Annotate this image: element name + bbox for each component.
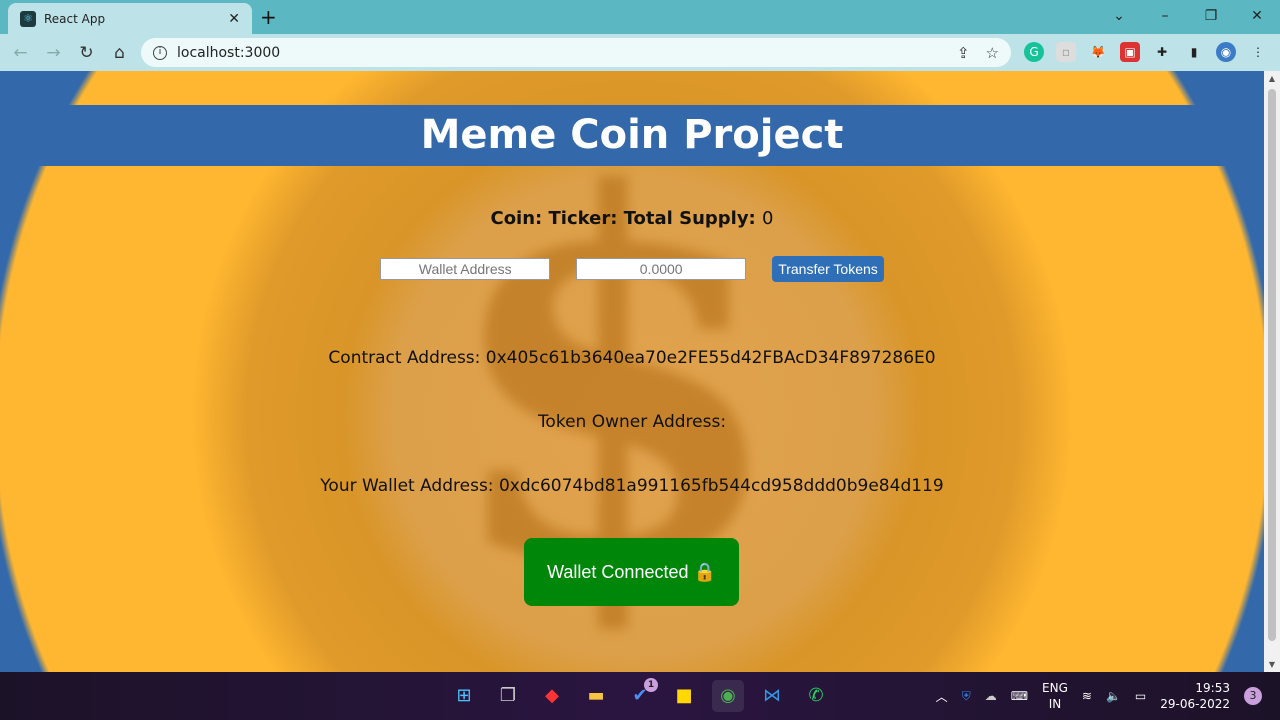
scrollbar-thumb[interactable] (1268, 89, 1276, 641)
supply-label: Coin: Ticker: Total Supply: (490, 208, 756, 229)
wallet-connected-button[interactable]: Wallet Connected 🔒 (524, 538, 739, 606)
reload-icon[interactable]: ↻ (70, 43, 103, 63)
restore-button[interactable]: ❐ (1188, 0, 1234, 32)
task-view-icon[interactable]: ❐ (492, 680, 524, 712)
security-icon[interactable]: ⛨ (962, 689, 971, 704)
back-icon[interactable]: ← (4, 43, 37, 63)
file-explorer-icon[interactable]: ▬ (580, 680, 612, 712)
windows-start-icon[interactable]: ⊞ (448, 680, 480, 712)
minimize-button[interactable]: – (1142, 0, 1188, 32)
language-indicator[interactable]: ENG IN (1042, 680, 1068, 712)
address-bar[interactable]: i localhost:3000 ⇪ ☆ (141, 38, 1011, 67)
star-icon[interactable]: ☆ (986, 44, 999, 62)
lang-code: ENG (1042, 681, 1068, 695)
sticky-notes-icon[interactable]: ■ (668, 680, 700, 712)
notification-badge[interactable]: 3 (1244, 687, 1262, 705)
chrome-icon[interactable]: ◉ (712, 680, 744, 712)
todo-badge: 1 (644, 678, 658, 692)
extension-red-icon[interactable]: ▣ (1120, 42, 1140, 62)
clock[interactable]: 19:53 29-06-2022 (1160, 680, 1230, 712)
supply-info: Coin: Ticker: Total Supply: 0 (0, 208, 1264, 229)
close-tab-icon[interactable]: ✕ (228, 11, 240, 27)
amount-input[interactable] (576, 258, 747, 280)
time: 19:53 (1195, 681, 1230, 695)
metamask-icon[interactable]: 🦊 (1088, 42, 1108, 62)
contract-address: Contract Address: 0x405c61b3640ea70e2FE5… (328, 348, 936, 368)
grammarly-icon[interactable]: G (1024, 42, 1044, 62)
close-window-button[interactable]: ✕ (1234, 0, 1280, 32)
side-panel-icon[interactable]: ▮ (1184, 42, 1204, 62)
page-title: Meme Coin Project (0, 105, 1264, 166)
avatar[interactable]: ◉ (1216, 42, 1236, 62)
region-code: IN (1048, 697, 1062, 711)
puzzle-icon[interactable]: ✚ (1152, 42, 1172, 62)
owner-address: Token Owner Address: (537, 412, 727, 432)
menu-icon[interactable]: ⋮ (1248, 42, 1268, 62)
todo-icon[interactable]: ✔ 1 (624, 678, 658, 712)
whatsapp-icon[interactable]: ✆ (800, 680, 832, 712)
tab-react-app[interactable]: ⚛ React App ✕ (8, 3, 252, 34)
tab-bar: ⚛ React App ✕ + ⌄ – ❐ ✕ (0, 0, 1280, 34)
wifi-icon[interactable]: ≋ (1082, 689, 1092, 703)
keyboard-icon[interactable]: ⌨ (1011, 689, 1028, 703)
scroll-down-icon[interactable]: ▼ (1264, 660, 1280, 669)
scroll-up-icon[interactable]: ▲ (1264, 74, 1280, 83)
tray-chevron-icon[interactable]: ︿ (936, 688, 948, 705)
transfer-form: Transfer Tokens (0, 256, 1264, 282)
your-wallet-address: Your Wallet Address: 0xdc6074bd81a991165… (320, 476, 944, 496)
scrollbar[interactable]: ▲ ▼ (1264, 71, 1280, 672)
volume-icon[interactable]: 🔈 (1106, 689, 1121, 703)
react-icon: ⚛ (20, 10, 36, 27)
browser-toolbar: ← → ↻ ⌂ i localhost:3000 ⇪ ☆ G ▫ 🦊 ▣ ✚ ▮ … (0, 34, 1280, 71)
info-icon[interactable]: i (153, 45, 167, 60)
vscode-icon[interactable]: ⋈ (756, 680, 788, 712)
forward-icon[interactable]: → (37, 43, 70, 63)
tab-search-icon[interactable]: ⌄ (1096, 0, 1142, 32)
extension-icon[interactable]: ▫ (1056, 42, 1076, 62)
new-tab-button[interactable]: + (260, 5, 277, 29)
url-text: localhost:3000 (177, 44, 281, 61)
page-viewport: $ Meme Coin Project Coin: Ticker: Total … (0, 71, 1264, 672)
supply-value: 0 (762, 208, 774, 229)
transfer-tokens-button[interactable]: Transfer Tokens (772, 256, 884, 282)
wallet-address-input[interactable] (380, 258, 551, 280)
date: 29-06-2022 (1160, 697, 1230, 711)
home-icon[interactable]: ⌂ (103, 43, 136, 63)
share-icon[interactable]: ⇪ (957, 44, 970, 62)
tab-title: React App (44, 11, 106, 26)
taskbar: ⊞ ❐ ◆ ▬ ✔ 1 ■ ◉ ⋈ ✆ ︿ ⛨ ☁ ⌨ ENG IN ≋ 🔈 ▭ 1… (0, 672, 1280, 720)
git-app-icon[interactable]: ◆ (536, 680, 568, 712)
battery-icon[interactable]: ▭ (1135, 689, 1146, 703)
onedrive-icon[interactable]: ☁ (985, 689, 997, 703)
